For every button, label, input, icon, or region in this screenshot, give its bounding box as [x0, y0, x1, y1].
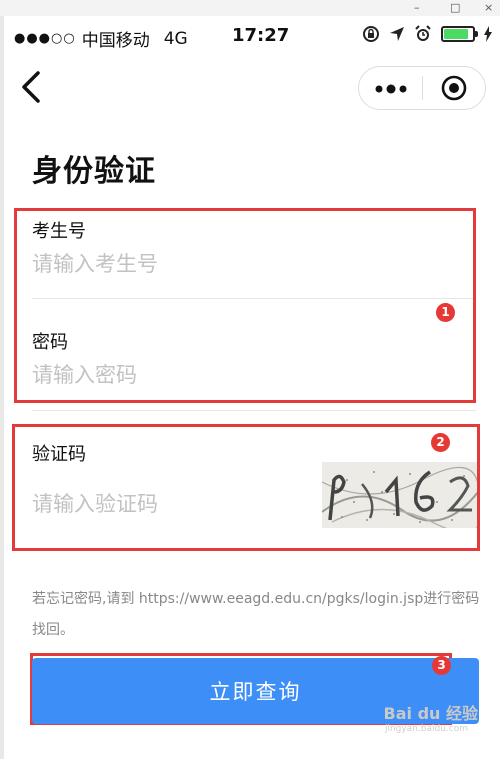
- chevron-left-icon[interactable]: [16, 70, 46, 104]
- network-type: 4G: [163, 28, 188, 49]
- annotation-badge-3: 3: [432, 656, 451, 675]
- status-bar: ●●●○○ 中国移动 4G 17:27: [0, 16, 500, 56]
- page-title: 身份验证: [32, 154, 156, 189]
- watermark-logo: Bai du 经验: [383, 704, 478, 723]
- close-button[interactable]: ×: [484, 1, 493, 15]
- annotation-box-1: [14, 208, 476, 403]
- annotation-badge-2: 2: [431, 433, 450, 452]
- alarm-icon: [415, 25, 431, 41]
- signal-icon: ●●●○○: [14, 31, 76, 46]
- target-icon[interactable]: [423, 75, 485, 101]
- mini-program-capsule: [358, 66, 486, 110]
- password-recovery-hint: 若忘记密码,请到 https://www.eeagd.edu.cn/pgks/l…: [32, 591, 480, 638]
- annotation-badge-1: 1: [436, 303, 455, 322]
- battery-icon: [441, 26, 478, 42]
- window-titlebar: – □ ×: [0, 0, 500, 16]
- watermark-url: jingyan.baidu.com: [384, 724, 468, 734]
- charging-bolt-icon: [484, 26, 492, 42]
- status-left: ●●●○○ 中国移动 4G: [14, 26, 188, 52]
- rotation-lock-icon: [363, 26, 379, 42]
- window-edge: [0, 16, 4, 759]
- navigation-bar: [0, 56, 500, 116]
- more-dots-icon[interactable]: [359, 78, 422, 99]
- annotation-box-2: [12, 424, 480, 551]
- carrier-name: 中国移动: [81, 31, 150, 51]
- field-divider: [32, 410, 476, 411]
- minimize-button[interactable]: –: [414, 1, 420, 15]
- maximize-button[interactable]: □: [450, 1, 460, 15]
- status-right: [362, 25, 492, 43]
- status-time: 17:27: [232, 25, 290, 46]
- location-arrow-icon: [390, 27, 404, 41]
